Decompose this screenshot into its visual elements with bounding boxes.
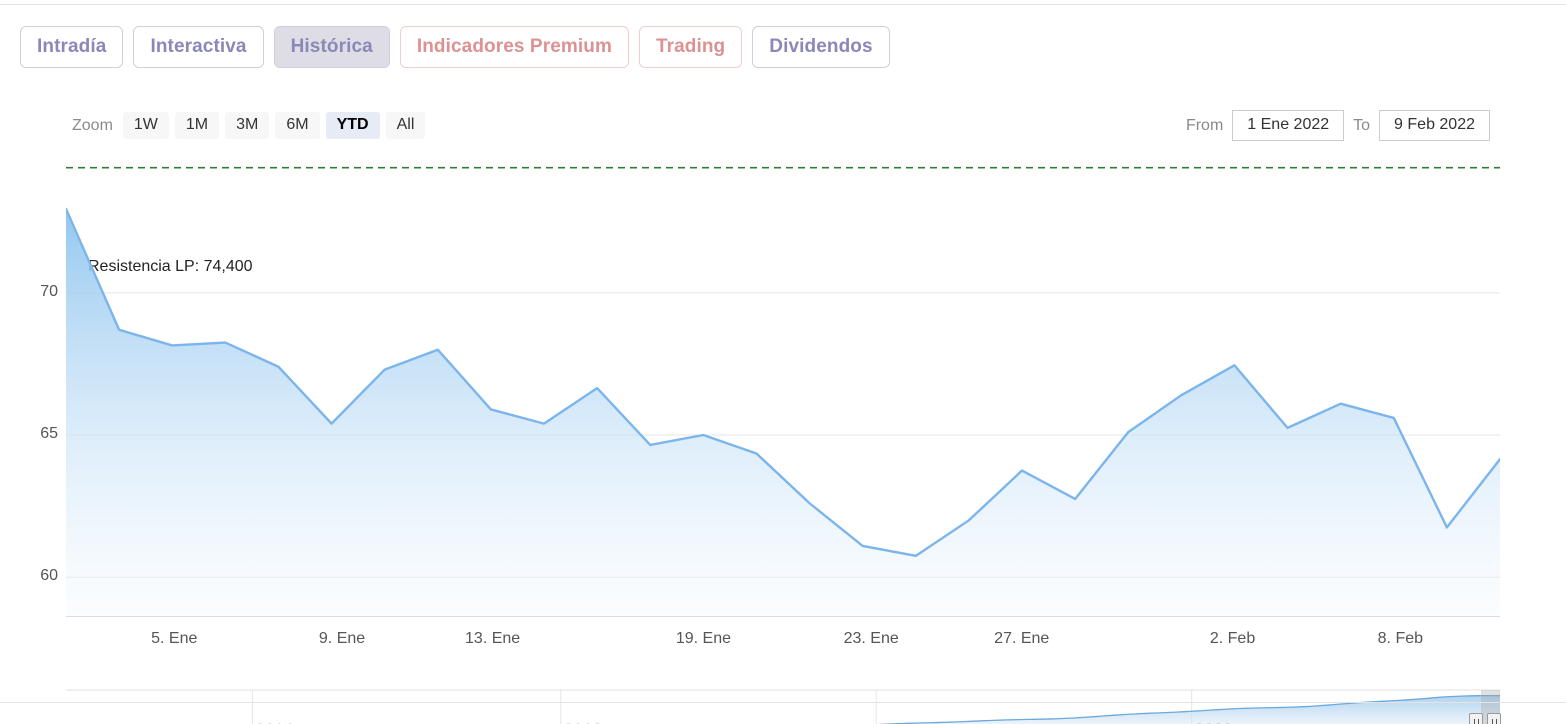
x-axis-tick: 8. Feb bbox=[1377, 630, 1424, 647]
zoom-button-1w[interactable]: 1W bbox=[122, 112, 169, 139]
x-axis-tick: 5. Ene bbox=[151, 630, 198, 647]
top-divider bbox=[0, 4, 1566, 5]
zoom-button-ytd[interactable]: YTD bbox=[325, 112, 380, 139]
navigator-year-label: 2014 bbox=[255, 720, 293, 724]
tab-intradia[interactable]: Intradía bbox=[20, 26, 124, 68]
to-label: To bbox=[1353, 116, 1371, 134]
range-selector: Zoom 1W 1M 3M 6M YTD All From 1 Ene 2022… bbox=[0, 100, 1566, 146]
tab-dividendos[interactable]: Dividendos bbox=[752, 26, 890, 68]
price-area-series bbox=[66, 166, 1500, 617]
bottom-divider bbox=[0, 702, 1566, 703]
navigator-handle-right[interactable] bbox=[1487, 713, 1501, 724]
date-range-group: From 1 Ene 2022 To 9 Feb 2022 bbox=[1186, 110, 1490, 141]
stock-chart: Zoom 1W 1M 3M 6M YTD All From 1 Ene 2022… bbox=[0, 100, 1566, 724]
zoom-button-3m[interactable]: 3M bbox=[225, 112, 270, 139]
navigator-year-label: 2018 bbox=[879, 720, 917, 724]
from-date-input[interactable]: 1 Ene 2022 bbox=[1232, 110, 1345, 141]
x-axis-tick: 19. Ene bbox=[675, 630, 731, 647]
zoom-button-6m[interactable]: 6M bbox=[275, 112, 320, 139]
from-label: From bbox=[1185, 116, 1224, 134]
tab-interactiva[interactable]: Interactiva bbox=[133, 26, 264, 68]
navigator-handle-left[interactable] bbox=[1469, 713, 1483, 724]
chart-type-tabbar: Intradía Interactiva Histórica Indicador… bbox=[20, 26, 890, 68]
y-axis-tick: 65 bbox=[40, 425, 58, 442]
x-axis-tick: 9. Ene bbox=[318, 630, 366, 647]
tab-trading[interactable]: Trading bbox=[638, 26, 743, 68]
tab-historica[interactable]: Histórica bbox=[273, 26, 390, 68]
navigator-year-label: 2016 bbox=[564, 720, 602, 724]
x-axis-tick: 27. Ene bbox=[994, 630, 1050, 647]
y-axis-tick: 70 bbox=[40, 282, 58, 300]
zoom-label: Zoom bbox=[72, 116, 113, 134]
y-axis-tick: 60 bbox=[40, 567, 58, 585]
tab-indicadores-premium[interactable]: Indicadores Premium bbox=[399, 26, 629, 68]
zoom-button-group: Zoom 1W 1M 3M 6M YTD All bbox=[72, 112, 426, 139]
x-axis: 5. Ene 9. Ene 13. Ene 19. Ene 23. Ene 27. Ene… bbox=[66, 624, 1500, 654]
historical-chart-page: Intradía Interactiva Histórica Indicador… bbox=[0, 0, 1566, 724]
navigator-year-label: 2020 bbox=[1195, 720, 1233, 724]
zoom-button-all[interactable]: All bbox=[385, 112, 426, 139]
navigator[interactable]: 20142016201820202... bbox=[66, 682, 1506, 724]
x-axis-tick: 23. Ene bbox=[843, 630, 899, 647]
x-axis-tick: 2. Feb bbox=[1209, 630, 1256, 647]
zoom-button-1m[interactable]: 1M bbox=[174, 112, 220, 139]
navigator-year-labels: 20142016201820202... bbox=[66, 682, 1505, 724]
x-axis-tick: 13. Ene bbox=[465, 630, 521, 647]
area-fill bbox=[66, 208, 1500, 617]
plot-area[interactable] bbox=[66, 162, 1500, 617]
y-axis: 60 65 70 bbox=[16, 162, 58, 617]
to-date-input[interactable]: 9 Feb 2022 bbox=[1379, 110, 1490, 141]
